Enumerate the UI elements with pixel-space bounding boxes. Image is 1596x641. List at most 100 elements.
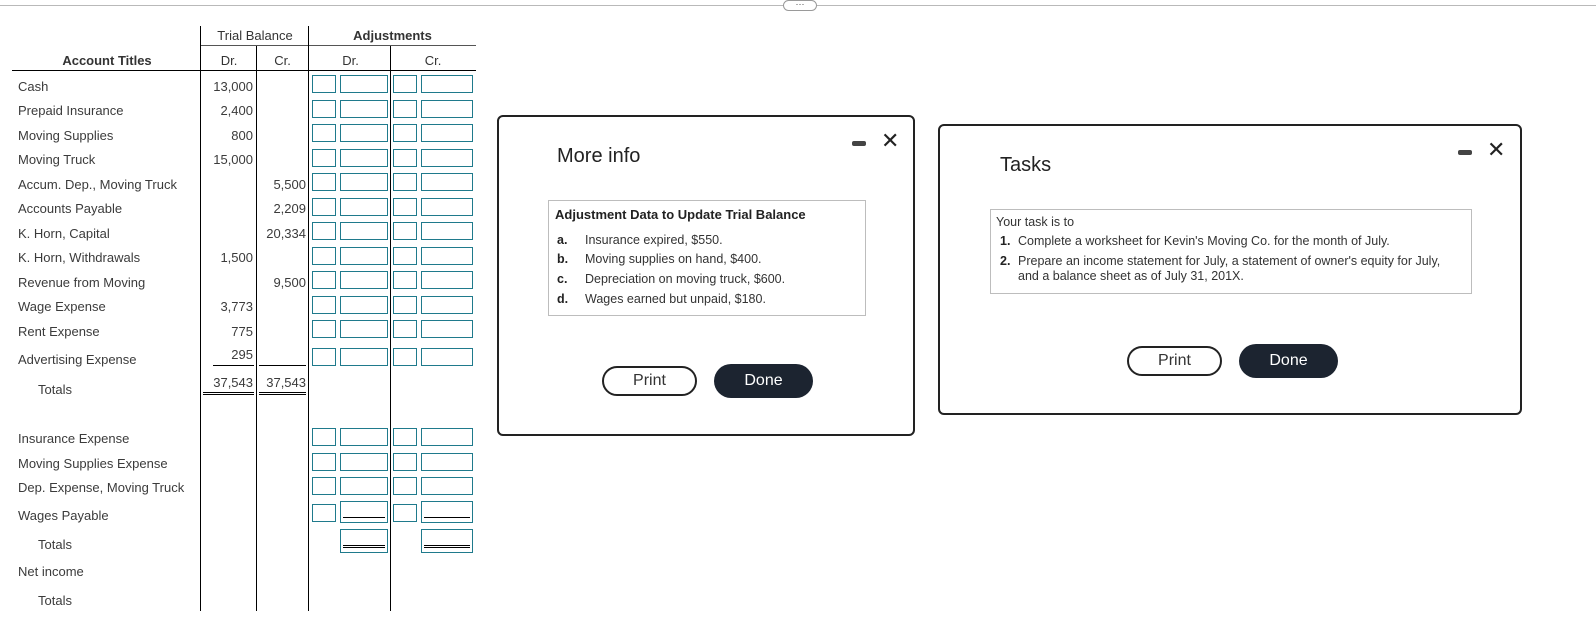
adj-dr-amount-input[interactable] [340, 100, 388, 118]
adj-cr-amount-input[interactable] [421, 149, 473, 167]
resize-handle[interactable]: ⋯ [783, 0, 817, 11]
minimize-icon[interactable] [1458, 150, 1472, 155]
adj-cr-amount-input[interactable] [421, 477, 473, 495]
adj-cr-ref-input[interactable] [393, 222, 417, 240]
adj-cr-ref-input[interactable] [393, 173, 417, 191]
adj-dr-ref-input[interactable] [312, 348, 336, 366]
adj-dr-ref-input[interactable] [312, 247, 336, 265]
adj-dr-amount-input[interactable] [340, 271, 388, 289]
adj-cr-ref-input[interactable] [393, 198, 417, 216]
adj-cr-ref-input[interactable] [393, 271, 417, 289]
adj-dr-amount-input[interactable] [340, 124, 388, 142]
adj-cr-amount-input[interactable] [421, 222, 473, 240]
adj-cr-ref-input[interactable] [393, 247, 417, 265]
adjustments-header: Adjustments [353, 28, 432, 43]
adj-cr-ref-input[interactable] [393, 504, 417, 522]
adj-dr-ref-input[interactable] [312, 173, 336, 191]
adj-cr-amount-input[interactable] [421, 348, 473, 366]
adj-cr-amount-input[interactable] [421, 271, 473, 289]
adj-cr-ref-input[interactable] [393, 453, 417, 471]
adj-dr-ref-input[interactable] [312, 477, 336, 495]
worksheet: Trial Balance Adjustments Account Titles… [0, 0, 490, 641]
adj-dr-amount-input[interactable] [340, 173, 388, 191]
adj-dr-ref-input[interactable] [312, 198, 336, 216]
adj-cr-amount-input[interactable] [421, 100, 473, 118]
adj-dr-amount-input[interactable] [340, 296, 388, 314]
item-text: Complete a worksheet for Kevin's Moving … [1018, 234, 1390, 248]
adj-cr-header: Cr. [424, 53, 442, 68]
adj-cr-amount-input[interactable] [421, 247, 473, 265]
adj-dr-amount-input[interactable] [340, 477, 388, 495]
adj-dr-ref-input[interactable] [312, 124, 336, 142]
adj-dr-ref-input[interactable] [312, 453, 336, 471]
done-button[interactable]: Done [1239, 344, 1338, 378]
adj-cr-ref-input[interactable] [393, 149, 417, 167]
print-button[interactable]: Print [1127, 346, 1222, 376]
close-icon[interactable]: ✕ [1487, 139, 1505, 161]
adj-dr-ref-input[interactable] [312, 271, 336, 289]
adj-dr-amount-input[interactable] [340, 453, 388, 471]
adj-cr-amount-input[interactable] [421, 124, 473, 142]
adj-cr-ref-input[interactable] [393, 477, 417, 495]
adj-dr-ref-input[interactable] [312, 428, 336, 446]
adj-dr-ref-input[interactable] [312, 222, 336, 240]
minimize-icon[interactable] [852, 141, 866, 146]
adj-dr-amount-input[interactable] [340, 501, 388, 523]
tb-cr-header: Cr. [274, 53, 291, 68]
trial-balance-header: Trial Balance [217, 28, 293, 43]
tb-cr-value: 2,209 [273, 201, 306, 216]
tb-cr-value: 5,500 [273, 177, 306, 192]
adj-dr-ref-input[interactable] [312, 75, 336, 93]
adj-dr-total-input[interactable] [340, 529, 388, 553]
divider-d [390, 46, 391, 611]
tb-header-line [200, 45, 308, 46]
task-item: 1. Complete a worksheet for Kevin's Movin… [1000, 234, 1390, 248]
adj-dr-ref-input[interactable] [312, 320, 336, 338]
adj-dr-amount-input[interactable] [340, 320, 388, 338]
account-title: Rent Expense [18, 324, 100, 339]
close-icon[interactable]: ✕ [881, 130, 899, 152]
cr-total-double-line [424, 545, 470, 548]
adj-cr-amount-input[interactable] [421, 198, 473, 216]
adj-header-line [309, 45, 476, 46]
adj-cr-total-input[interactable] [421, 529, 473, 553]
adj-cr-ref-input[interactable] [393, 124, 417, 142]
adj-dr-ref-input[interactable] [312, 149, 336, 167]
adj-dr-amount-input[interactable] [340, 222, 388, 240]
adj-cr-ref-input[interactable] [393, 100, 417, 118]
adj-cr-ref-input[interactable] [393, 320, 417, 338]
adj-cr-amount-input[interactable] [421, 296, 473, 314]
adj-cr-ref-input[interactable] [393, 428, 417, 446]
done-button[interactable]: Done [714, 364, 813, 398]
adj-dr-amount-input[interactable] [340, 149, 388, 167]
tb-dr-value: 2,400 [220, 103, 253, 118]
adj-dr-ref-input[interactable] [312, 100, 336, 118]
column-header-line [12, 70, 476, 71]
adj-dr-ref-input[interactable] [312, 296, 336, 314]
adj-cr-amount-input[interactable] [421, 501, 473, 523]
adj-dr-header: Dr. [342, 53, 359, 68]
adj-cr-ref-input[interactable] [393, 348, 417, 366]
dr-total-double-line [343, 545, 385, 548]
adj-dr-amount-input[interactable] [340, 247, 388, 265]
adj-dr-ref-input[interactable] [312, 504, 336, 522]
divider-b [256, 46, 257, 611]
account-title: K. Horn, Withdrawals [18, 250, 141, 265]
adj-cr-amount-input[interactable] [421, 453, 473, 471]
adj-dr-amount-input[interactable] [340, 75, 388, 93]
adj-dr-amount-input[interactable] [340, 348, 388, 366]
adj-cr-amount-input[interactable] [421, 320, 473, 338]
tb-cr-total: 37,543 [266, 375, 306, 390]
adj-cr-ref-input[interactable] [393, 296, 417, 314]
account-title: Dep. Expense, Moving Truck [18, 480, 185, 495]
adj-dr-amount-input[interactable] [340, 198, 388, 216]
adj-dr-amount-input[interactable] [340, 428, 388, 446]
adj-cr-amount-input[interactable] [421, 173, 473, 191]
dr-underline [343, 517, 385, 518]
item-key: a. [557, 233, 568, 247]
adj-cr-amount-input[interactable] [421, 428, 473, 446]
adj-cr-ref-input[interactable] [393, 75, 417, 93]
tb-dr-double-line [203, 392, 254, 395]
print-button[interactable]: Print [602, 366, 697, 396]
adj-cr-amount-input[interactable] [421, 75, 473, 93]
